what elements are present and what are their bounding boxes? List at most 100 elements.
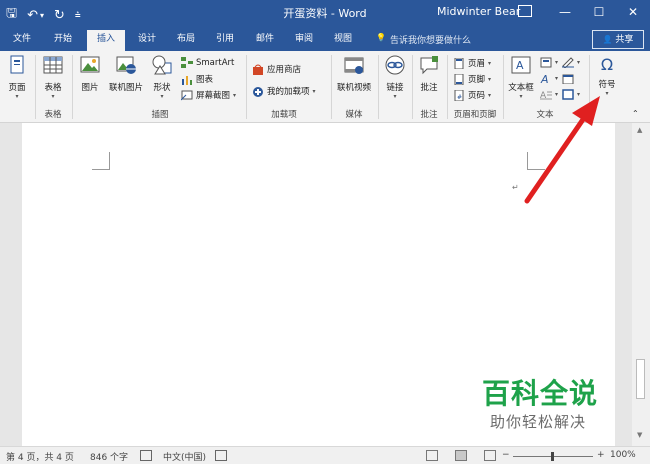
link-icon [385, 55, 405, 75]
shapes-button[interactable]: 形状 ▾ [148, 54, 176, 100]
page-icon [10, 55, 24, 74]
scroll-down-icon[interactable]: ▼ [637, 431, 642, 439]
minimize-button[interactable]: — [548, 0, 582, 27]
quick-parts-icon [540, 57, 552, 68]
symbol-button[interactable]: Ω 符号 ▾ [594, 54, 620, 97]
proofing-icon[interactable] [140, 450, 152, 461]
tab-design[interactable]: 设计 [131, 31, 163, 51]
header-button[interactable]: 页眉 ▾ [453, 57, 491, 69]
tab-view[interactable]: 视图 [327, 31, 359, 51]
watermark-title: 百科全说 [482, 377, 599, 410]
person-icon: 👤 [602, 35, 613, 44]
picture-icon [80, 56, 100, 73]
table-icon [43, 56, 63, 74]
close-button[interactable]: ✕ [616, 0, 650, 27]
ribbon-insert: 页面 ▾ 表格 ▾ 表格 图片 联机图片 形状 ▾ SmartArt 图表 屏幕… [0, 51, 650, 123]
tab-file[interactable]: 文件 [6, 31, 38, 51]
page-number-icon: # [454, 89, 464, 101]
chevron-down-icon: ▾ [488, 59, 492, 67]
drop-cap-icon: A [540, 91, 552, 100]
ribbon-display-options-icon[interactable] [518, 5, 532, 17]
tab-references[interactable]: 引用 [209, 31, 241, 51]
date-time-button[interactable] [562, 73, 574, 84]
zoom-slider-thumb[interactable] [551, 452, 554, 461]
tab-home[interactable]: 开始 [47, 31, 79, 51]
tab-insert[interactable]: 插入 [87, 30, 125, 51]
comments-group-label: 批注 [420, 110, 438, 120]
chevron-down-icon: ▾ [519, 93, 523, 100]
title-bar: 🖫 ↶ ▾ ↻ ⩮ 开蛋资料 - Word Midwinter Bear — ☐… [0, 0, 650, 27]
chevron-down-icon: ▾ [51, 93, 55, 100]
textbox-button[interactable]: A 文本框 ▾ [506, 54, 536, 100]
addins-group-label: 加载项 [271, 110, 297, 120]
header-label: 页眉 [468, 59, 486, 69]
maximize-button[interactable]: ☐ [582, 0, 616, 27]
tab-layout[interactable]: 布局 [170, 31, 202, 51]
store-button[interactable]: 应用商店 [252, 63, 301, 75]
picture-button[interactable]: 图片 [76, 54, 104, 93]
read-mode-icon[interactable] [426, 450, 438, 461]
wordart-button[interactable]: A ▾ [540, 73, 558, 84]
chart-label: 图表 [196, 75, 214, 85]
object-button[interactable]: ▾ [562, 89, 580, 100]
share-label: 共享 [615, 35, 634, 45]
word-count[interactable]: 846 个字 [90, 450, 128, 463]
status-bar: 第 4 页，共 4 页 846 个字 中文(中国) − + 100% [0, 446, 650, 464]
print-layout-icon[interactable] [455, 450, 467, 461]
comment-icon [420, 56, 438, 75]
svg-text:A: A [540, 73, 549, 84]
drop-cap-button[interactable]: A ▾ [540, 89, 558, 100]
zoom-out-button[interactable]: − [502, 450, 510, 460]
footer-button[interactable]: 页脚 ▾ [453, 73, 491, 85]
chevron-down-icon: ▾ [15, 93, 19, 100]
tab-review[interactable]: 审阅 [288, 31, 320, 51]
tell-me-search[interactable]: 💡 告诉我你想要做什么 [376, 33, 471, 46]
omega-icon: Ω [600, 55, 614, 74]
screenshot-button[interactable]: 屏幕截图 ▾ [181, 89, 236, 101]
text-group-label: 文本 [536, 110, 554, 120]
signature-icon [562, 57, 574, 68]
store-label: 应用商店 [267, 65, 302, 75]
chevron-down-icon: ▾ [577, 59, 581, 66]
comment-button[interactable]: 批注 [416, 54, 442, 93]
online-picture-icon [116, 56, 136, 74]
vertical-scrollbar[interactable]: ▲ ▼ [632, 123, 650, 446]
margin-corner-top-right [527, 152, 545, 170]
comment-label: 批注 [420, 83, 438, 93]
watermark-subtitle: 助你轻松解决 [490, 413, 587, 431]
quick-parts-button[interactable]: ▾ [540, 57, 558, 68]
share-button[interactable]: 👤 共享 [592, 30, 644, 49]
user-name[interactable]: Midwinter Bear [437, 5, 520, 18]
macro-icon[interactable] [215, 450, 227, 461]
ribbon-tabs: 文件 开始 插入 设计 布局 引用 邮件 审阅 视图 💡 告诉我你想要做什么 👤… [0, 27, 650, 51]
online-video-button[interactable]: 联机视频 [334, 54, 374, 93]
table-button[interactable]: 表格 ▾ [40, 54, 66, 100]
language[interactable]: 中文(中国) [163, 450, 206, 463]
zoom-in-button[interactable]: + [597, 450, 605, 460]
symbol-label: 符号 [598, 80, 616, 90]
scroll-thumb[interactable] [636, 359, 645, 399]
header-footer-group-label: 页眉和页脚 [453, 110, 497, 120]
chart-button[interactable]: 图表 [181, 73, 213, 85]
smartart-button[interactable]: SmartArt [181, 57, 234, 68]
calendar-icon [562, 74, 574, 84]
tab-mailings[interactable]: 邮件 [249, 31, 281, 51]
store-icon [253, 64, 263, 75]
my-addins-button[interactable]: 我的加载项 ▾ [252, 85, 316, 97]
zoom-level[interactable]: 100% [610, 450, 636, 460]
web-layout-icon[interactable] [484, 450, 496, 461]
link-button[interactable]: 链接 ▾ [382, 54, 408, 100]
screenshot-icon [181, 90, 193, 100]
picture-label: 图片 [81, 83, 99, 93]
collapse-ribbon-icon[interactable]: ⌃ [632, 109, 639, 118]
signature-line-button[interactable]: ▾ [562, 57, 580, 68]
page-button[interactable]: 页面 ▾ [4, 54, 30, 100]
page-count[interactable]: 第 4 页，共 4 页 [6, 450, 74, 463]
paragraph-mark: ↵ [512, 183, 519, 192]
shapes-label: 形状 [153, 83, 171, 93]
scroll-up-icon[interactable]: ▲ [637, 126, 642, 134]
chevron-down-icon: ▾ [393, 93, 397, 100]
page-number-button[interactable]: # 页码 ▾ [453, 89, 491, 101]
chevron-down-icon: ▾ [577, 91, 581, 98]
online-picture-button[interactable]: 联机图片 [106, 54, 146, 93]
